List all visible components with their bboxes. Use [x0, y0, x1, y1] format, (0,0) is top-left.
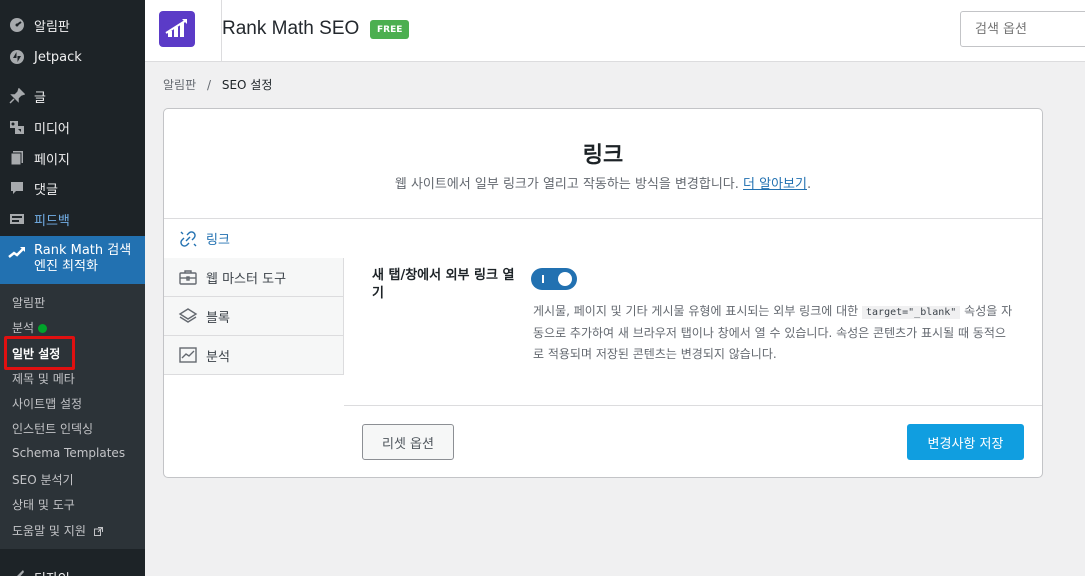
sidebar-item-label: 디자인 — [34, 568, 70, 576]
toggle-knob — [558, 272, 572, 286]
breadcrumb-home[interactable]: 알림판 — [163, 78, 196, 92]
submenu-item-schema-templates[interactable]: Schema Templates — [12, 446, 125, 460]
sidebar-current-label-line2: 엔진 최적화 — [34, 259, 98, 274]
submenu-item-seo-analyzer[interactable]: SEO 분석기 — [12, 471, 74, 488]
tab-label: 웹 마스터 도구 — [206, 271, 287, 287]
media-icon — [9, 119, 25, 135]
learn-more-link[interactable]: 더 알아보기 — [743, 177, 807, 192]
save-changes-button[interactable]: 변경사항 저장 — [907, 424, 1024, 460]
tab-links[interactable]: 링크 — [164, 219, 344, 258]
sidebar-item-posts[interactable]: 글 — [0, 81, 145, 111]
pin-icon — [9, 88, 25, 104]
highlight-box — [4, 336, 75, 370]
toggle-on-indicator — [542, 275, 544, 283]
sidebar-current-label-line1: Rank Math 검색 — [34, 243, 132, 258]
sidebar-item-pages[interactable]: 페이지 — [0, 143, 145, 173]
card-footer: 리셋 옵션 변경사항 저장 — [344, 406, 1042, 477]
desc-text-before: 게시물, 페이지 및 기타 게시물 유형에 표시되는 외부 링크에 대한 — [533, 304, 859, 318]
brush-icon — [9, 569, 25, 576]
open-external-links-toggle[interactable] — [531, 268, 577, 290]
breadcrumb-separator: / — [206, 78, 211, 92]
layers-icon — [178, 306, 198, 326]
plan-badge: FREE — [370, 20, 410, 39]
rank-math-submenu: 알림판 분석 일반 설정 제목 및 메타 사이트맵 설정 인스턴트 인덱싱 Sc… — [0, 284, 145, 549]
page-description: 웹 사이트에서 일부 링크가 열리고 작동하는 방식을 변경합니다. 더 알아보… — [164, 173, 1042, 192]
submenu-item-sitemap[interactable]: 사이트맵 설정 — [12, 395, 82, 412]
settings-panel: 새 탭/창에서 외부 링크 열기 게시물, 페이지 및 기타 게시물 유형에 표… — [344, 219, 1042, 406]
page-title: 링크 — [582, 143, 624, 168]
breadcrumb: 알림판 / SEO 설정 — [163, 76, 272, 93]
tab-webmaster-tools[interactable]: 웹 마스터 도구 — [164, 258, 344, 297]
sidebar-item-appearance[interactable]: 디자인 — [0, 562, 145, 576]
code-snippet: target="_blank" — [862, 306, 961, 319]
app-title: Rank Math SEO — [222, 18, 360, 39]
jetpack-icon — [9, 49, 25, 65]
dashboard-icon — [9, 17, 25, 33]
sidebar-item-rank-math[interactable]: Rank Math 검색 엔진 최적화 — [0, 236, 145, 284]
sidebar-item-label: 알림판 — [34, 19, 70, 35]
top-header: Rank Math SEO FREE — [145, 0, 1085, 62]
chart-icon — [178, 345, 198, 365]
link-icon — [178, 229, 198, 249]
breadcrumb-current: SEO 설정 — [221, 78, 273, 92]
rank-math-icon — [8, 243, 26, 261]
external-link-icon — [93, 525, 103, 539]
sidebar-item-label: 댓글 — [34, 182, 58, 198]
submenu-item-label: 도움말 및 지원 — [12, 524, 86, 538]
submenu-item-titles-meta[interactable]: 제목 및 메타 — [12, 370, 75, 387]
tab-blocks[interactable]: 블록 — [164, 297, 344, 336]
description-text: 웹 사이트에서 일부 링크가 열리고 작동하는 방식을 변경합니다. — [394, 177, 739, 192]
comments-icon — [9, 180, 25, 196]
status-dot — [38, 324, 48, 333]
setting-description: 게시물, 페이지 및 기타 게시물 유형에 표시되는 외부 링크에 대한 tar… — [533, 301, 1015, 365]
sidebar-item-label: 피드백 — [34, 213, 70, 229]
sidebar-item-label: Jetpack — [34, 49, 82, 65]
tab-label: 링크 — [206, 233, 230, 248]
description-period: . — [806, 177, 812, 192]
sidebar-item-media[interactable]: 미디어 — [0, 112, 145, 142]
reset-options-button[interactable]: 리셋 옵션 — [362, 424, 454, 460]
pages-icon — [9, 150, 25, 166]
submenu-item-dashboard[interactable]: 알림판 — [12, 294, 45, 311]
submenu-item-instant-indexing[interactable]: 인스턴트 인덱싱 — [12, 420, 93, 437]
rank-math-logo — [159, 11, 195, 47]
tab-label: 분석 — [206, 349, 230, 365]
admin-sidebar: 알림판 Jetpack 글 미디어 페이지 댓글 피드백 Rank Math 검… — [0, 0, 145, 576]
sidebar-item-label: 페이지 — [34, 152, 70, 168]
sidebar-item-label: 미디어 — [34, 121, 70, 137]
sidebar-item-feedback[interactable]: 피드백 — [0, 204, 145, 234]
submenu-item-status-tools[interactable]: 상태 및 도구 — [12, 496, 75, 513]
settings-card: 링크 웹 사이트에서 일부 링크가 열리고 작동하는 방식을 변경합니다. 더 … — [163, 108, 1043, 478]
sidebar-item-dashboard[interactable]: 알림판 — [0, 10, 145, 40]
search-options-input[interactable] — [960, 11, 1085, 47]
feedback-icon — [9, 211, 25, 227]
sidebar-item-label: 글 — [34, 90, 46, 106]
settings-tabs: 링크 웹 마스터 도구 블록 분석 — [164, 219, 344, 375]
sidebar-item-jetpack[interactable]: Jetpack — [0, 42, 145, 72]
submenu-item-help[interactable]: 도움말 및 지원 — [12, 522, 103, 539]
sidebar-item-comments[interactable]: 댓글 — [0, 173, 145, 203]
briefcase-icon — [178, 267, 198, 287]
tab-analytics[interactable]: 분석 — [164, 336, 344, 375]
setting-label: 새 탭/창에서 외부 링크 열기 — [372, 268, 515, 301]
tab-label: 블록 — [206, 310, 230, 326]
submenu-item-label: 분석 — [12, 321, 35, 335]
submenu-item-analytics[interactable]: 분석 — [12, 319, 48, 336]
card-header: 링크 웹 사이트에서 일부 링크가 열리고 작동하는 방식을 변경합니다. 더 … — [164, 109, 1042, 219]
